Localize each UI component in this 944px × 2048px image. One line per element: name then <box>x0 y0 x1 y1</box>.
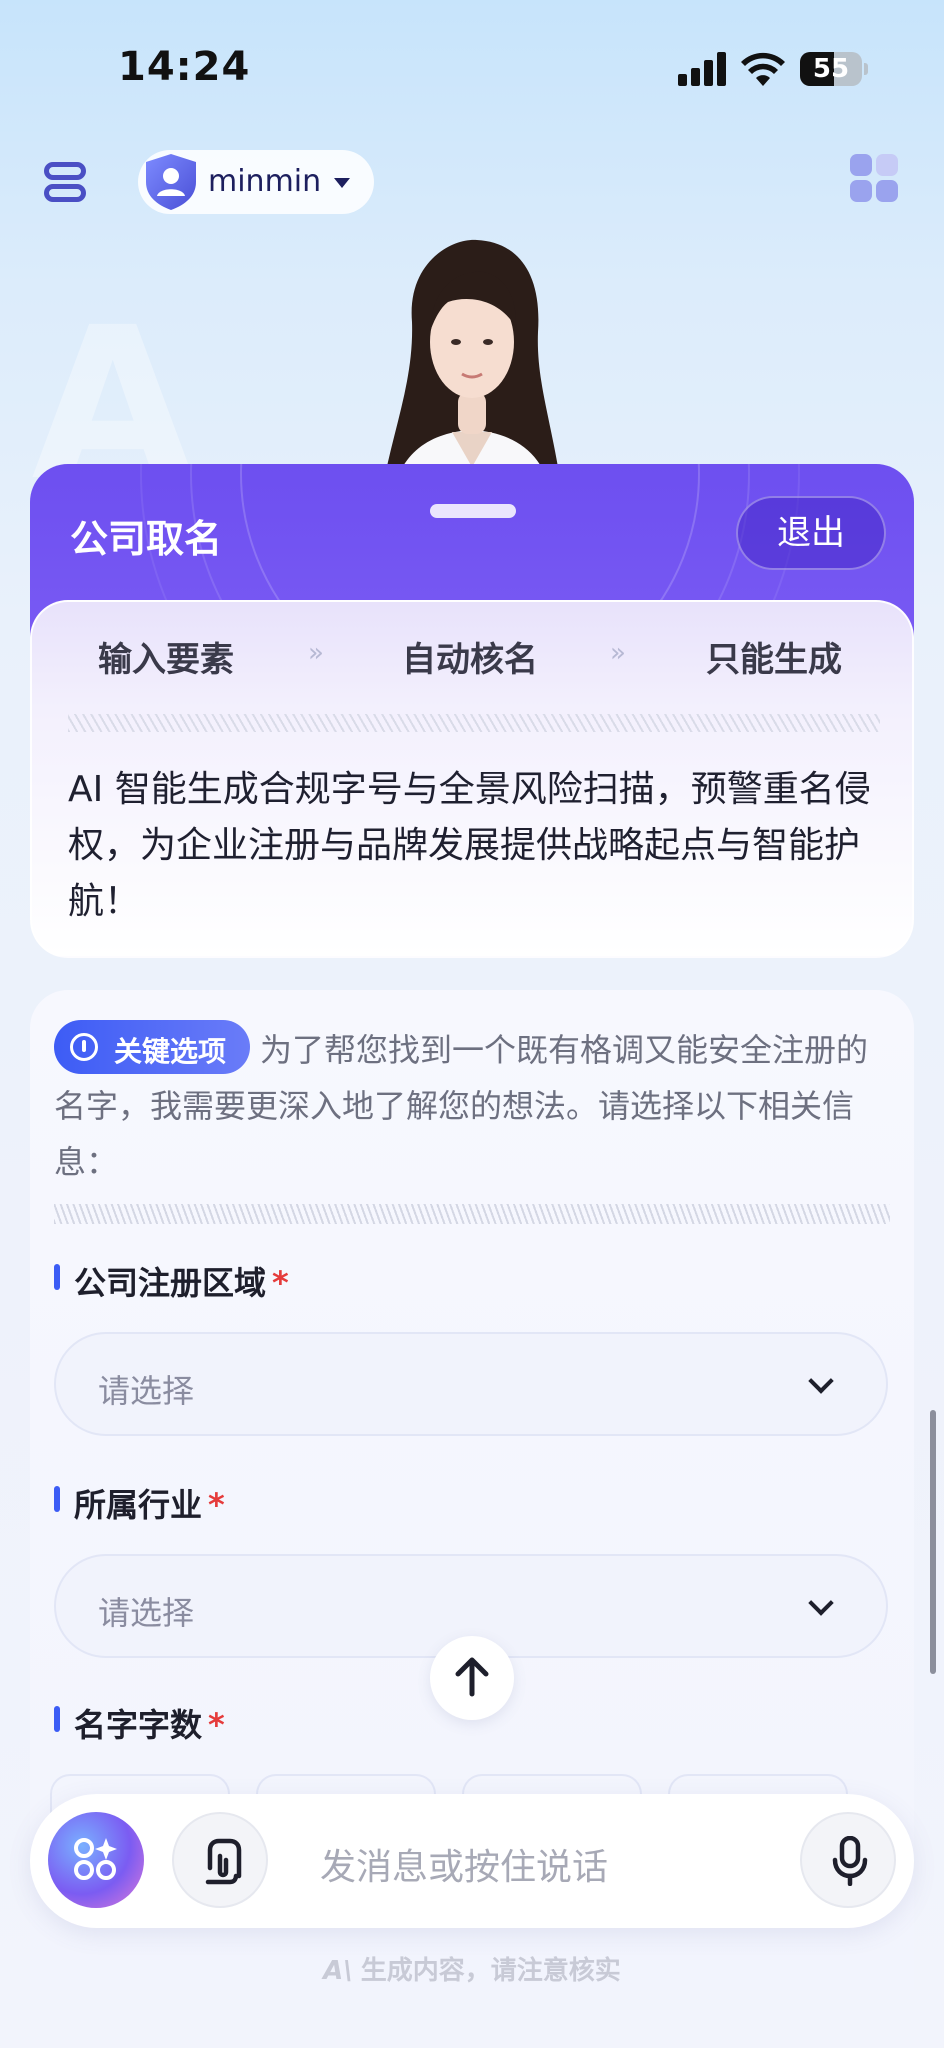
sparkle-apps-icon <box>74 1838 117 1880</box>
divider <box>54 1204 890 1224</box>
drag-handle[interactable] <box>430 504 516 518</box>
ai-mark-icon: A\ <box>323 1956 353 1986</box>
exit-button[interactable]: 退出 <box>736 496 886 570</box>
signal-icon <box>678 52 728 86</box>
step-1: 输入要素 <box>98 640 234 680</box>
battery-icon: 55 <box>800 52 862 86</box>
message-input[interactable]: 发消息或按住说话 <box>320 1838 608 1890</box>
required-mark: * <box>272 1264 289 1302</box>
attach-button[interactable] <box>172 1812 268 1908</box>
step-indicator: 输入要素 » 自动核名 » 只能生成 <box>32 632 916 692</box>
battery-tip <box>864 63 868 75</box>
caret-down-icon <box>334 178 350 188</box>
scroll-to-top-button[interactable] <box>430 1636 514 1720</box>
intro-description: AI 智能生成合规字号与全景风险扫描，预警重名侵权，为企业注册与品牌发展提供战略… <box>68 769 871 922</box>
chevron-down-icon <box>808 1590 834 1616</box>
key-options-badge: 关键选项 <box>54 1020 250 1074</box>
divider <box>68 714 880 732</box>
required-mark: * <box>208 1486 225 1524</box>
field-label-region: 公司注册区域 * <box>54 1258 289 1304</box>
step-3: 只能生成 <box>706 640 842 680</box>
gauge-icon <box>70 1033 98 1061</box>
username: minmin <box>208 164 322 199</box>
scrollbar[interactable] <box>930 1410 936 1674</box>
key-options-label: 关键选项 <box>114 1035 227 1068</box>
intro-card: 输入要素 » 自动核名 » 只能生成 AI 智能生成合规字号与全景风险扫描，预警… <box>30 600 914 958</box>
ai-tools-button[interactable] <box>48 1812 144 1908</box>
region-select[interactable]: 请选择 <box>54 1332 888 1436</box>
battery-level: 55 <box>812 54 850 84</box>
step-chevron-icon: » <box>308 638 324 668</box>
user-shield-icon <box>146 154 196 210</box>
field-label-industry: 所属行业 * <box>54 1480 225 1526</box>
wifi-icon <box>741 52 785 86</box>
step-2: 自动核名 <box>402 640 538 680</box>
microphone-icon <box>832 1836 868 1886</box>
arrow-up-icon <box>455 1657 489 1697</box>
attachment-icon <box>205 1838 242 1885</box>
step-chevron-icon: » <box>610 638 626 668</box>
chat-input-bar: 发消息或按住说话 <box>30 1794 914 1928</box>
account-switcher[interactable]: minmin <box>138 150 374 214</box>
grid-apps-icon[interactable] <box>850 154 900 204</box>
menu-icon[interactable] <box>42 158 90 206</box>
region-select-value: 请选择 <box>98 1372 195 1410</box>
status-time: 14:24 <box>118 44 251 90</box>
field-label-name-length: 名字字数 * <box>54 1700 225 1746</box>
voice-button[interactable] <box>800 1812 896 1908</box>
page-title: 公司取名 <box>70 517 223 561</box>
chevron-down-icon <box>808 1368 834 1394</box>
ai-disclaimer: A\ 生成内容，请注意核实 <box>323 1956 621 1986</box>
required-mark: * <box>208 1706 225 1744</box>
status-bar: 14:24 55 <box>0 0 944 140</box>
assistant-avatar <box>382 239 562 502</box>
industry-select-value: 请选择 <box>98 1594 195 1632</box>
